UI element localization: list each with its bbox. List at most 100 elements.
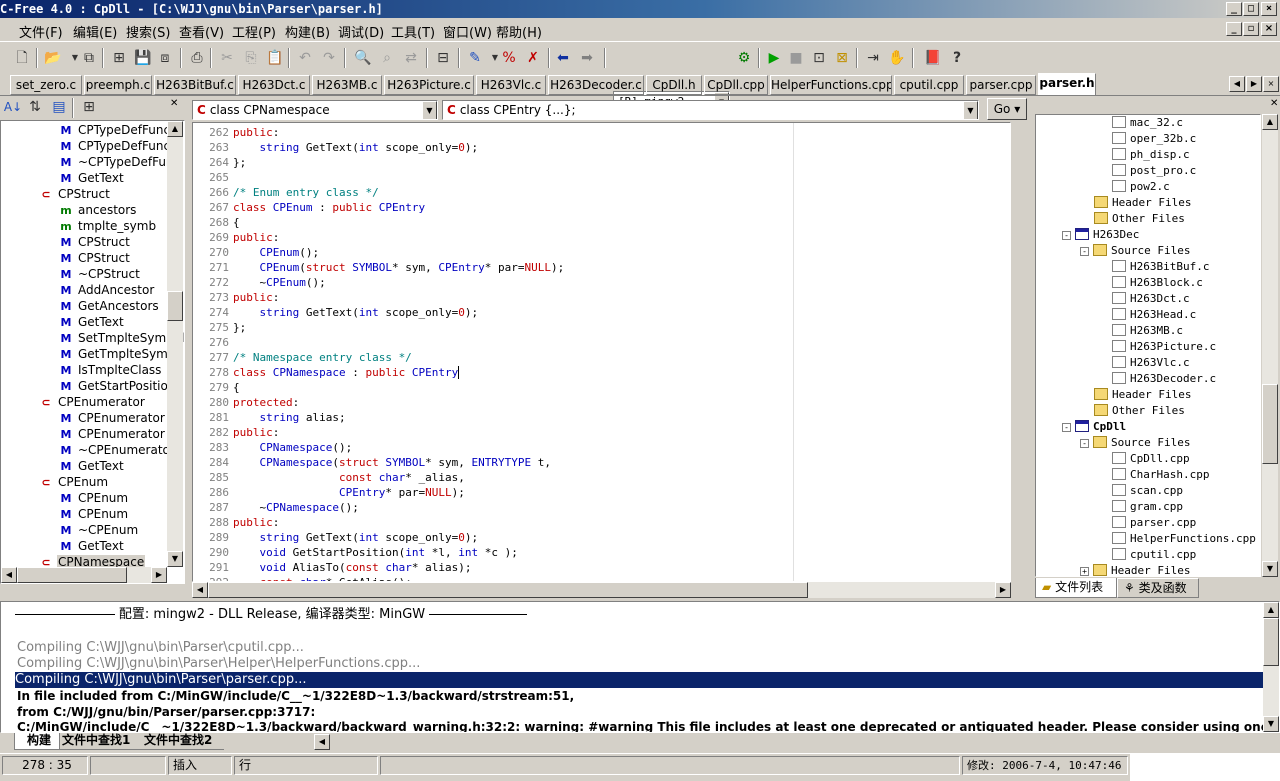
go-button[interactable]: Go ▾ [987, 98, 1027, 120]
file-node[interactable]: HelperFunctions.cpp [1112, 531, 1256, 547]
class-tree-vertical-scrollbar[interactable]: ▲ ▼ [167, 121, 183, 567]
code-line[interactable]: public: [233, 515, 279, 530]
menu-view[interactable]: 查看(V) [179, 22, 224, 41]
tab-build[interactable]: 构建 [14, 733, 60, 750]
doc-restore-button[interactable]: ▫ [1243, 22, 1259, 36]
chevron-down-icon[interactable]: ▼ [422, 101, 437, 119]
code-line[interactable]: ~CPNamespace(); [233, 500, 358, 515]
scroll-thumb[interactable] [1262, 384, 1278, 464]
member-node[interactable]: M GetText [59, 458, 125, 474]
code-line[interactable]: class CPEnum : public CPEntry [233, 200, 425, 215]
sort-alpha-icon[interactable]: A↓ [2, 96, 24, 118]
save-all-icon[interactable]: ⧈ [154, 47, 176, 69]
tab-find-in-files-1[interactable]: 文件中查找1 [60, 733, 142, 750]
scope-select[interactable]: Cclass CPNamespace ▼ [192, 100, 438, 120]
member-node[interactable]: M ~CPStruct [59, 266, 141, 282]
file-node[interactable]: mac_32.c [1112, 115, 1183, 131]
replace-icon[interactable]: ⇄ [400, 47, 422, 69]
scroll-thumb[interactable] [167, 291, 183, 321]
member-node[interactable]: M CPStruct [59, 234, 131, 250]
collapse-icon[interactable]: - [1062, 231, 1071, 240]
output-line[interactable]: C:/MinGW/include/C__~1/322E8D~1.3/backwa… [17, 719, 1279, 732]
code-line[interactable]: { [233, 215, 240, 230]
stop-icon[interactable]: ■ [785, 47, 807, 69]
scroll-thumb[interactable] [208, 582, 808, 598]
code-line[interactable]: void GetStartPosition(int *l, int *c ); [233, 545, 518, 560]
tab-cpdll-cpp[interactable]: CpDll.cpp [704, 75, 768, 95]
tab-parser-h[interactable]: parser.h [1038, 73, 1096, 95]
file-node[interactable]: CharHash.cpp [1112, 467, 1209, 483]
folder-node[interactable]: Other Files [1094, 403, 1185, 419]
maximize-button[interactable]: □ [1243, 2, 1259, 16]
project-node[interactable]: - CpDll [1062, 419, 1126, 435]
scroll-thumb[interactable] [17, 567, 127, 583]
output-line[interactable]: Compiling C:\WJJ\gnu\bin\Parser\parser.c… [15, 672, 1263, 688]
class-tree-horizontal-scrollbar[interactable]: ◀ ▶ [1, 567, 167, 583]
toggle-bookmark-icon[interactable]: % [498, 47, 520, 69]
save-icon[interactable]: 💾 [132, 47, 154, 69]
code-line[interactable]: public: [233, 125, 279, 140]
code-line[interactable]: CPNamespace(struct SYMBOL* sym, ENTRYTYP… [233, 455, 551, 470]
forward-arrow-icon[interactable]: ➡ [576, 47, 598, 69]
compiler-options-icon[interactable]: ⚙ [733, 47, 755, 69]
tabs-scroll-left-icon[interactable]: ◀ [1229, 76, 1245, 92]
project-node[interactable]: - H263Dec [1062, 227, 1139, 243]
scroll-up-icon[interactable]: ▲ [1263, 602, 1279, 618]
folder-node[interactable]: + Header Files [1080, 563, 1190, 576]
scroll-up-icon[interactable]: ▲ [1010, 123, 1011, 139]
code-line[interactable]: const char* _alias, [233, 470, 465, 485]
expand-icon[interactable]: + [1080, 567, 1089, 576]
tab-h263vlc-c[interactable]: H263Vlc.c [476, 75, 546, 95]
code-line[interactable]: }; [233, 155, 246, 170]
file-node[interactable]: H263Dct.c [1112, 291, 1190, 307]
code-editor[interactable]: 262 public: 263 string GetText(int scope_o… [192, 122, 1011, 582]
tab-file-list[interactable]: ▰ 文件列表 [1035, 578, 1117, 598]
clear-bookmarks-icon[interactable]: ✗ [522, 47, 544, 69]
compile-icon[interactable]: ⊡ [808, 47, 830, 69]
output-line[interactable]: from C:/WJJ/gnu/bin/Parser/parser.cpp:37… [17, 704, 315, 720]
menu-file[interactable]: 文件(F) [19, 22, 63, 41]
member-node[interactable]: M ~CPEnum [59, 522, 139, 538]
code-line[interactable]: /* Enum entry class */ [233, 185, 379, 200]
build-icon[interactable]: ⊠ [831, 47, 853, 69]
undo-icon[interactable]: ↶ [294, 47, 316, 69]
tabs-close-icon[interactable]: × [1263, 76, 1279, 92]
code-line[interactable]: public: [233, 425, 279, 440]
close-panel-icon[interactable]: ✕ [170, 98, 178, 109]
tab-h263dct-c[interactable]: H263Dct.c [238, 75, 310, 95]
file-node[interactable]: oper_32b.c [1112, 131, 1196, 147]
tabs-scroll-right-icon[interactable]: ▶ [1246, 76, 1262, 92]
file-node[interactable]: post_pro.c [1112, 163, 1196, 179]
close-panel-icon[interactable]: ✕ [1270, 98, 1278, 109]
file-node[interactable]: H263Block.c [1112, 275, 1203, 291]
code-line[interactable]: string GetText(int scope_only=0); [233, 140, 479, 155]
menu-project[interactable]: 工程(P) [232, 22, 276, 41]
chevron-down-icon[interactable]: ▼ [963, 101, 978, 119]
tab-h263mb-c[interactable]: H263MB.c [312, 75, 382, 95]
class-node[interactable]: ⊂ CPStruct [39, 186, 111, 202]
tab-h263decoder-c[interactable]: H263Decoder.c [548, 75, 644, 95]
group-by-type-icon[interactable]: ⇅ [24, 96, 46, 118]
code-line[interactable]: CPEnum(struct SYMBOL* sym, CPEntry* par=… [233, 260, 565, 275]
print-icon[interactable]: ⎙ [186, 47, 208, 69]
tab-parser-cpp[interactable]: parser.cpp [966, 75, 1036, 95]
menu-edit[interactable]: 编辑(E) [73, 22, 117, 41]
output-line[interactable]: Compiling C:\WJJ\gnu\bin\Parser\cputil.c… [17, 640, 304, 656]
tab-helperfunctions-cpp[interactable]: HelperFunctions.cpp [770, 75, 892, 95]
member-node[interactable]: M CPStruct [59, 250, 131, 266]
menu-build[interactable]: 构建(B) [285, 22, 330, 41]
tab-classes-functions[interactable]: ⚘ 类及函数 [1117, 578, 1199, 598]
doc-close-button[interactable]: × [1261, 22, 1277, 36]
scroll-left-icon[interactable]: ◀ [192, 582, 208, 598]
code-line[interactable]: CPNamespace(); [233, 440, 353, 455]
help-book-icon[interactable]: 📕 [922, 47, 944, 69]
minimize-button[interactable]: _ [1226, 2, 1242, 16]
member-node[interactable]: M CPEnum [59, 490, 129, 506]
scroll-right-icon[interactable]: ▶ [151, 567, 167, 583]
member-node[interactable]: M GetText [59, 314, 125, 330]
help-question-icon[interactable]: ? [946, 47, 968, 69]
code-line[interactable]: const char* GetAlias(); [233, 575, 412, 581]
tab-preemph-c[interactable]: preemph.c [84, 75, 152, 95]
redo-icon[interactable]: ↷ [318, 47, 340, 69]
file-node[interactable]: H263MB.c [1112, 323, 1183, 339]
